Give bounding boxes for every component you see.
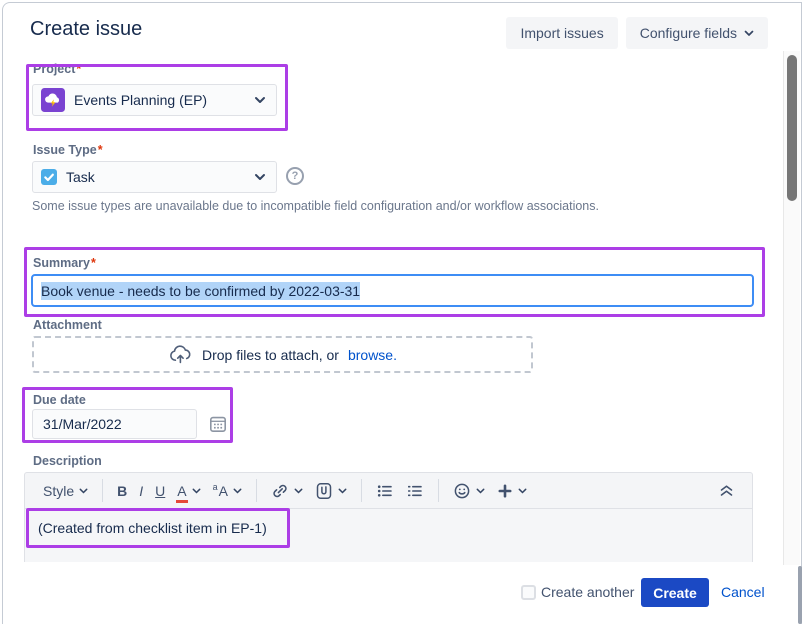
link-button[interactable] [265, 478, 309, 504]
toolbar-separator [438, 479, 439, 502]
chevron-down-icon [254, 173, 266, 181]
toolbar-separator [102, 479, 103, 502]
scrollbar-thumb[interactable] [787, 55, 797, 201]
double-chevron-up-icon [719, 484, 734, 497]
page-title: Create issue [30, 18, 142, 41]
chevron-down-icon [79, 488, 88, 494]
toolbar-separator [256, 479, 257, 502]
attach-button[interactable] [309, 478, 353, 504]
chevron-down-icon [476, 488, 485, 494]
underline-button[interactable]: U [149, 479, 171, 503]
ordered-list-icon [406, 482, 424, 500]
issue-type-label: Issue Type* [33, 143, 103, 157]
dialog-edge [798, 566, 802, 624]
description-label: Description [33, 454, 102, 468]
font-size-button[interactable]: aA [207, 478, 248, 503]
font-size-icon: aA [213, 482, 228, 499]
description-toolbar: Style B I U A aA [24, 472, 753, 509]
cloud-upload-icon [168, 345, 193, 364]
text-color-icon: A [177, 484, 186, 498]
collapse-toolbar-button[interactable] [713, 480, 740, 501]
cancel-link[interactable]: Cancel [721, 584, 765, 600]
chevron-down-icon [254, 96, 266, 104]
bullet-list-icon [376, 482, 394, 500]
checkbox-icon[interactable] [521, 585, 536, 600]
configure-fields-button[interactable]: Configure fields [626, 17, 768, 49]
description-text: (Created from checklist item in EP-1) [38, 520, 267, 536]
summary-input[interactable]: Book venue - needs to be confirmed by 20… [31, 274, 754, 307]
dropzone-text: Drop files to attach, or [202, 347, 339, 363]
create-another-checkbox[interactable]: Create another [521, 584, 634, 600]
question-circle-icon[interactable]: ? [286, 167, 304, 185]
create-button[interactable]: Create [641, 578, 709, 607]
configure-fields-label: Configure fields [640, 25, 737, 41]
scrollbar-track[interactable] [783, 51, 800, 565]
import-issues-button[interactable]: Import issues [506, 17, 617, 49]
calendar-icon[interactable] [206, 412, 230, 436]
summary-input-value: Book venue - needs to be confirmed by 20… [41, 282, 360, 300]
style-dropdown[interactable]: Style [37, 479, 94, 503]
emoji-icon [453, 482, 471, 500]
issue-type-select[interactable]: Task [32, 161, 277, 193]
create-another-label: Create another [541, 584, 634, 600]
plus-icon [497, 483, 513, 499]
paperclip-icon [315, 482, 333, 500]
required-asterisk: * [98, 143, 103, 157]
issue-type-note: Some issue types are unavailable due to … [32, 199, 732, 213]
text-color-button[interactable]: A [171, 480, 206, 502]
due-date-input[interactable]: 31/Mar/2022 [32, 409, 197, 439]
issue-type-select-value: Task [66, 169, 245, 185]
chevron-down-icon [192, 488, 201, 494]
chevron-down-icon [233, 488, 242, 494]
required-asterisk: * [91, 256, 96, 270]
chevron-down-icon [518, 488, 527, 494]
project-avatar-icon [41, 88, 65, 112]
header-actions: Import issues Configure fields [506, 17, 768, 49]
description-editor[interactable]: (Created from checklist item in EP-1) [24, 509, 753, 562]
due-date-label: Due date [33, 393, 86, 407]
due-date-value: 31/Mar/2022 [43, 416, 122, 432]
required-asterisk: * [76, 62, 81, 76]
project-select-value: Events Planning (EP) [74, 92, 245, 108]
project-select[interactable]: Events Planning (EP) [32, 84, 277, 116]
chevron-down-icon [338, 488, 347, 494]
create-issue-modal: Create issue Import issues Configure fie… [0, 0, 802, 624]
link-icon [271, 482, 289, 500]
ordered-list-button[interactable] [400, 478, 430, 504]
attachment-dropzone[interactable]: Drop files to attach, or browse. [32, 336, 533, 373]
browse-link[interactable]: browse. [348, 347, 397, 363]
attachment-label: Attachment [33, 318, 102, 332]
italic-button[interactable]: I [133, 479, 149, 503]
summary-label: Summary* [33, 256, 96, 270]
project-label: Project* [33, 62, 81, 76]
chevron-down-icon [744, 30, 754, 37]
task-type-icon [41, 169, 57, 185]
emoji-button[interactable] [447, 478, 491, 504]
import-issues-label: Import issues [520, 25, 603, 41]
toolbar-separator [361, 479, 362, 502]
bold-button[interactable]: B [111, 479, 133, 503]
insert-more-button[interactable] [491, 479, 533, 503]
bullet-list-button[interactable] [370, 478, 400, 504]
chevron-down-icon [294, 488, 303, 494]
